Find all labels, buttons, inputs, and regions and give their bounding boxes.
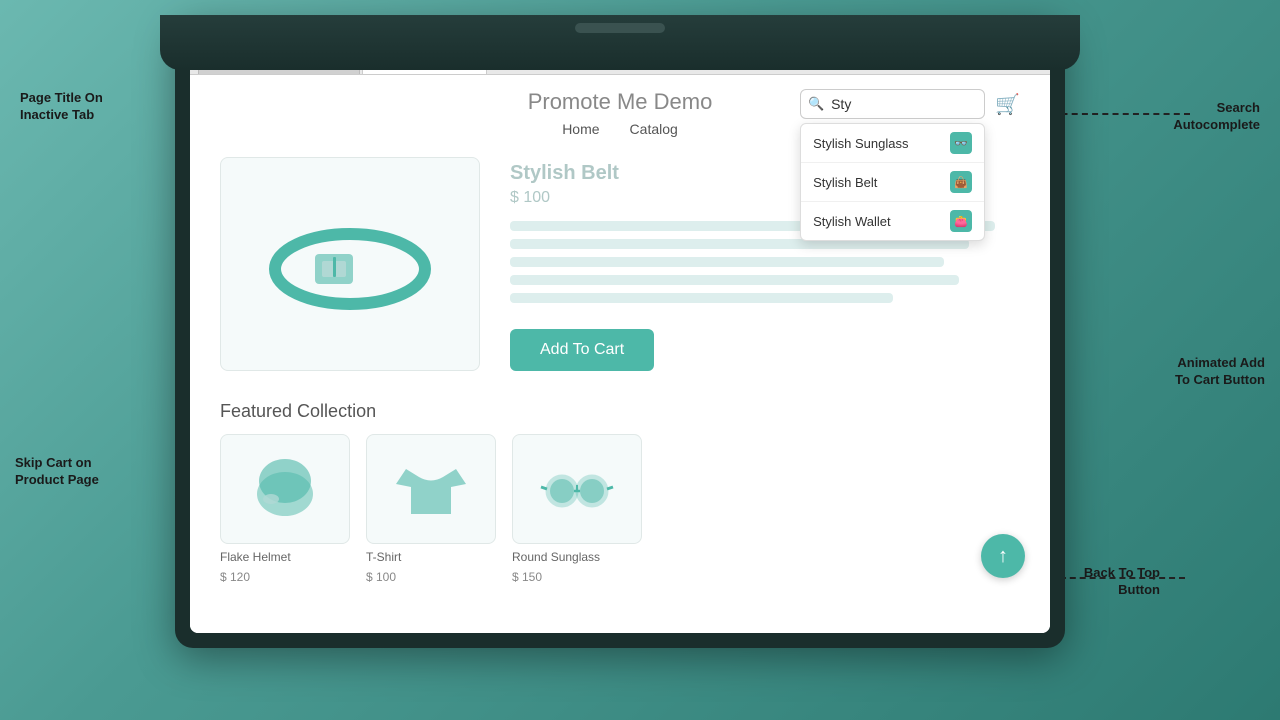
search-container: 🔍 Stylish Sunglass 👓	[800, 89, 1020, 119]
annotation-skip-cart: Skip Cart onProduct Page	[15, 455, 99, 489]
laptop-bezel: 📌 Don't forget this... ✕ P Stylish Belt …	[175, 18, 1065, 648]
featured-image-tshirt[interactable]	[366, 434, 496, 544]
autocomplete-item-sunglass[interactable]: Stylish Sunglass 👓	[801, 124, 984, 163]
search-box-wrapper: 🔍 Stylish Sunglass 👓	[800, 89, 985, 119]
autocomplete-label-wallet: Stylish Wallet	[813, 214, 891, 229]
featured-price-tshirt: $ 100	[366, 570, 496, 584]
featured-image-sunglass[interactable]	[512, 434, 642, 544]
product-image-container	[220, 157, 480, 371]
helmet-svg	[245, 449, 325, 529]
laptop-base-notch	[575, 23, 665, 33]
featured-name-tshirt: T-Shirt	[366, 550, 496, 564]
search-autocomplete-dropdown: Stylish Sunglass 👓 Stylish Belt 👜	[800, 123, 985, 241]
product-image-belt	[260, 204, 440, 324]
autocomplete-icon-sunglass: 👓	[950, 132, 972, 154]
nav-catalog[interactable]: Catalog	[630, 121, 678, 137]
site-title: Promote Me Demo	[528, 89, 713, 115]
tshirt-svg	[391, 449, 471, 529]
website-content: Promote Me Demo Home Catalog 🔍	[190, 75, 1050, 633]
featured-item-tshirt: T-Shirt $ 100	[366, 434, 496, 584]
laptop-base	[160, 15, 1080, 70]
featured-title: Featured Collection	[220, 401, 1020, 422]
autocomplete-icon-wallet: 👛	[950, 210, 972, 232]
autocomplete-item-wallet[interactable]: Stylish Wallet 👛	[801, 202, 984, 240]
back-to-top-button[interactable]: ↑	[981, 534, 1025, 578]
autocomplete-icon-belt: 👜	[950, 171, 972, 193]
add-to-cart-button[interactable]: Add To Cart	[510, 329, 654, 371]
desc-line-3	[510, 257, 944, 267]
annotation-animated-add: Animated AddTo Cart Button	[1175, 355, 1265, 389]
site-header: Promote Me Demo Home Catalog 🔍	[190, 75, 1050, 147]
search-icon: 🔍	[808, 96, 824, 112]
search-input[interactable]	[800, 89, 985, 119]
annotation-search-autocomplete: SearchAutocomplete	[1173, 100, 1260, 134]
desc-line-4	[510, 275, 959, 285]
autocomplete-label-belt: Stylish Belt	[813, 175, 877, 190]
featured-price-sunglass: $ 150	[512, 570, 642, 584]
featured-image-helmet[interactable]	[220, 434, 350, 544]
annotation-back-to-top: Back To TopButton	[1084, 565, 1160, 599]
autocomplete-label-sunglass: Stylish Sunglass	[813, 136, 908, 151]
autocomplete-item-belt[interactable]: Stylish Belt 👜	[801, 163, 984, 202]
featured-item-sunglass: Round Sunglass $ 150	[512, 434, 642, 584]
featured-price-helmet: $ 120	[220, 570, 350, 584]
featured-name-sunglass: Round Sunglass	[512, 550, 642, 564]
featured-section: Featured Collection Flake H	[190, 391, 1050, 604]
desc-line-5	[510, 293, 893, 303]
back-to-top-icon: ↑	[998, 545, 1008, 568]
featured-item-helmet: Flake Helmet $ 120	[220, 434, 350, 584]
site-nav: Home Catalog	[562, 121, 678, 137]
annotation-page-title: Page Title OnInactive Tab	[20, 90, 103, 124]
sunglass-svg	[537, 449, 617, 529]
nav-home[interactable]: Home	[562, 121, 599, 137]
cart-icon[interactable]: 🛒	[995, 92, 1020, 117]
featured-name-helmet: Flake Helmet	[220, 550, 350, 564]
featured-grid: Flake Helmet $ 120 T-Shirt $ 100	[220, 434, 1020, 584]
laptop-screen: 📌 Don't forget this... ✕ P Stylish Belt …	[190, 33, 1050, 633]
